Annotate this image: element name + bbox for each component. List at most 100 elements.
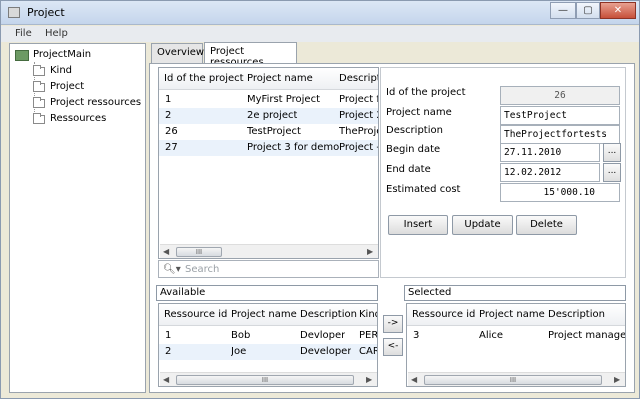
- cell: PER: [359, 330, 378, 341]
- menu-file[interactable]: File: [15, 28, 32, 39]
- column-header[interactable]: Id of the project: [164, 73, 244, 84]
- scroll-left-icon[interactable]: ◀: [163, 247, 169, 256]
- cell: 26: [165, 126, 178, 137]
- column-header[interactable]: Ressource id: [412, 309, 475, 320]
- cell: 2e project: [247, 110, 298, 121]
- update-button[interactable]: Update: [452, 215, 513, 235]
- search-box[interactable]: 🔍︎▾ Search: [158, 260, 379, 278]
- cell: TheProje: [339, 126, 379, 137]
- folder-icon: [33, 97, 45, 108]
- scroll-left-icon[interactable]: ◀: [411, 375, 417, 384]
- column-header[interactable]: Description: [548, 309, 605, 320]
- name-label: Project name: [386, 107, 452, 118]
- cell: Alice: [479, 330, 504, 341]
- projects-header: Id of the project Project name Descripti…: [159, 68, 378, 90]
- column-header[interactable]: Description: [300, 309, 357, 320]
- table-row[interactable]: 1 MyFirst Project Project f: [159, 92, 378, 108]
- end-date-picker-button[interactable]: ...: [603, 163, 621, 182]
- begin-date-field[interactable]: 27.11.2010: [500, 143, 600, 162]
- cell: 1: [165, 94, 172, 105]
- cell: Developer: [300, 346, 352, 357]
- cell: TestProject: [247, 126, 301, 137]
- estimated-cost-field[interactable]: 15'000.10: [500, 183, 620, 202]
- column-header[interactable]: Project name: [247, 73, 337, 84]
- cell: 27: [165, 142, 178, 153]
- id-label: Id of the project: [386, 87, 466, 98]
- column-header[interactable]: Project name: [231, 309, 297, 320]
- end-date-field[interactable]: 12.02.2012: [500, 163, 600, 182]
- app-icon: [8, 7, 20, 18]
- selected-caption: Selected: [404, 285, 626, 301]
- cell: 1: [165, 330, 172, 341]
- table-row[interactable]: 26 TestProject TheProje: [159, 124, 378, 140]
- table-row[interactable]: 3 Alice Project manager: [407, 328, 625, 344]
- cell: Project manager: [548, 330, 626, 341]
- scroll-left-icon[interactable]: ◀: [163, 375, 169, 384]
- selected-table[interactable]: Ressource id Project name Description 3 …: [406, 303, 626, 387]
- tree-item-ressources[interactable]: Ressources: [50, 113, 106, 124]
- cell: 3: [413, 330, 420, 341]
- tree-item-project[interactable]: Project: [50, 81, 84, 92]
- cell: Project 2: [339, 110, 379, 121]
- available-header: Ressource id Project name Description Ki…: [159, 304, 377, 326]
- description-field[interactable]: TheProjectfortests: [500, 125, 620, 144]
- maximize-button[interactable]: ▢: [576, 2, 600, 19]
- insert-button[interactable]: Insert: [388, 215, 448, 235]
- cell: 2: [165, 346, 172, 357]
- scroll-right-icon[interactable]: ▶: [366, 375, 372, 384]
- column-header[interactable]: Kind: [359, 309, 377, 320]
- scrollbar-thumb[interactable]: III: [424, 375, 602, 385]
- scrollbar-thumb[interactable]: III: [176, 247, 222, 257]
- minimize-button[interactable]: —: [550, 2, 576, 19]
- tree-item-project-ressources[interactable]: Project ressources: [50, 97, 141, 108]
- app-window: Project — ▢ ✕ File Help ProjectMain Kind…: [0, 0, 640, 399]
- cell: Project 3 for demo: [247, 142, 340, 153]
- folder-icon: [33, 81, 45, 92]
- search-icon: 🔍︎▾: [163, 264, 181, 275]
- id-field: 26: [500, 86, 620, 105]
- table-row[interactable]: 27 Project 3 for demo Project -: [159, 140, 378, 156]
- tree-root[interactable]: ProjectMain: [33, 49, 91, 60]
- cell: MyFirst Project: [247, 94, 320, 105]
- selected-header: Ressource id Project name Description: [407, 304, 625, 326]
- horizontal-scrollbar[interactable]: ◀ III ▶: [160, 244, 378, 258]
- available-table[interactable]: Ressource id Project name Description Ki…: [158, 303, 378, 387]
- column-header[interactable]: Ressource id: [164, 309, 227, 320]
- estimated-cost-label: Estimated cost: [386, 184, 461, 195]
- projects-table[interactable]: Id of the project Project name Descripti…: [158, 67, 379, 259]
- begin-date-picker-button[interactable]: ...: [603, 143, 621, 162]
- column-header[interactable]: Project name: [479, 309, 545, 320]
- project-detail-form: Id of the project 26 Project name TestPr…: [380, 67, 626, 278]
- cell: 2: [165, 110, 172, 121]
- description-label: Description: [386, 125, 443, 136]
- scroll-right-icon[interactable]: ▶: [614, 375, 620, 384]
- table-row[interactable]: 2 Joe Developer CAR: [159, 344, 377, 360]
- close-button[interactable]: ✕: [600, 2, 636, 19]
- tab-overview[interactable]: Overview: [151, 43, 204, 63]
- scrollbar-thumb[interactable]: III: [176, 375, 354, 385]
- delete-button[interactable]: Delete: [516, 215, 577, 235]
- window-title: Project: [27, 6, 65, 19]
- title-bar: Project — ▢ ✕: [1, 1, 639, 25]
- table-row[interactable]: 1 Bob Devloper PER: [159, 328, 377, 344]
- navigation-tree: ProjectMain Kind Project Project ressour…: [9, 43, 146, 393]
- menu-help[interactable]: Help: [45, 28, 68, 39]
- column-header[interactable]: Descriptio: [339, 73, 378, 84]
- horizontal-scrollbar[interactable]: ◀ III ▶: [160, 372, 377, 386]
- cell: Bob: [231, 330, 251, 341]
- move-left-button[interactable]: <-: [383, 338, 403, 356]
- cell: Project f: [339, 94, 379, 105]
- horizontal-scrollbar[interactable]: ◀ III ▶: [408, 372, 625, 386]
- cell: Devloper: [300, 330, 346, 341]
- menu-bar: File Help: [1, 26, 639, 42]
- cell: Project -: [339, 142, 379, 153]
- name-field[interactable]: TestProject: [500, 106, 620, 125]
- search-placeholder: Search: [185, 264, 220, 275]
- scroll-right-icon[interactable]: ▶: [367, 247, 373, 256]
- folder-icon: [33, 113, 45, 124]
- move-right-button[interactable]: ->: [383, 315, 403, 333]
- table-row[interactable]: 2 2e project Project 2: [159, 108, 378, 124]
- cell: CAR: [359, 346, 378, 357]
- tab-project-ressources[interactable]: Project ressources: [204, 42, 297, 68]
- tree-item-kind[interactable]: Kind: [50, 65, 72, 76]
